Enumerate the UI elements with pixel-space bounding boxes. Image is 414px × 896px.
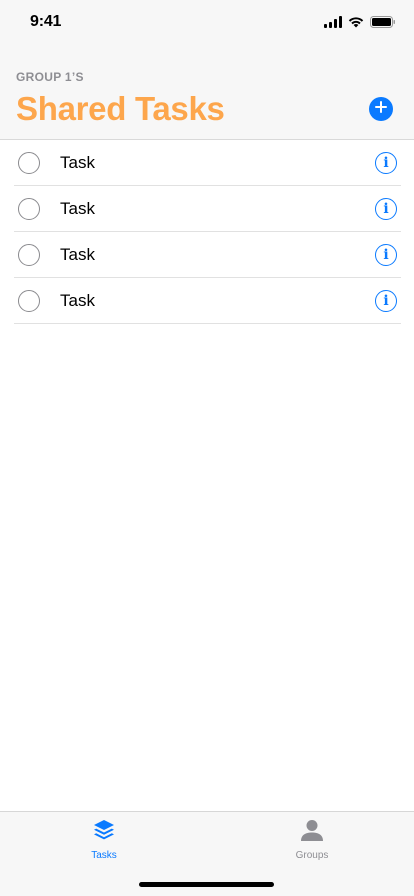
add-task-button[interactable] [369, 97, 393, 121]
task-checkbox[interactable] [18, 152, 40, 174]
task-row[interactable]: Task i [14, 232, 401, 278]
screen: 9:41 GROUP 1’S Shared Tasks Task i Task … [0, 0, 414, 896]
info-icon[interactable]: i [375, 290, 397, 312]
navigation-header: GROUP 1’S Shared Tasks [0, 44, 414, 140]
info-icon[interactable]: i [375, 152, 397, 174]
task-checkbox[interactable] [18, 244, 40, 266]
tab-groups[interactable]: Groups [262, 818, 362, 866]
plus-icon [375, 100, 387, 118]
cellular-signal-icon [324, 15, 342, 33]
tab-tasks-label: Tasks [91, 850, 117, 861]
tab-groups-label: Groups [295, 850, 329, 861]
status-bar: 9:41 [0, 0, 414, 44]
task-label: Task [60, 245, 95, 264]
task-label: Task [60, 199, 95, 218]
page-title: Shared Tasks [16, 90, 225, 127]
task-checkbox[interactable] [18, 290, 40, 312]
person-icon [300, 818, 324, 847]
home-indicator[interactable] [139, 882, 274, 887]
task-label: Task [60, 291, 95, 310]
task-label: Task [60, 153, 95, 172]
tab-tasks[interactable]: Tasks [54, 818, 154, 866]
group-label: GROUP 1’S [16, 70, 84, 84]
status-time: 9:41 [30, 13, 62, 30]
task-checkbox[interactable] [18, 198, 40, 220]
info-icon[interactable]: i [375, 244, 397, 266]
task-row[interactable]: Task i [14, 278, 401, 324]
info-icon[interactable]: i [375, 198, 397, 220]
battery-icon [370, 15, 396, 33]
wifi-icon [348, 15, 364, 33]
task-list: Task i Task i Task i Task i [0, 140, 414, 324]
stack-icon [92, 818, 116, 847]
task-row[interactable]: Task i [14, 140, 401, 186]
status-icons [324, 15, 396, 33]
task-row[interactable]: Task i [14, 186, 401, 232]
